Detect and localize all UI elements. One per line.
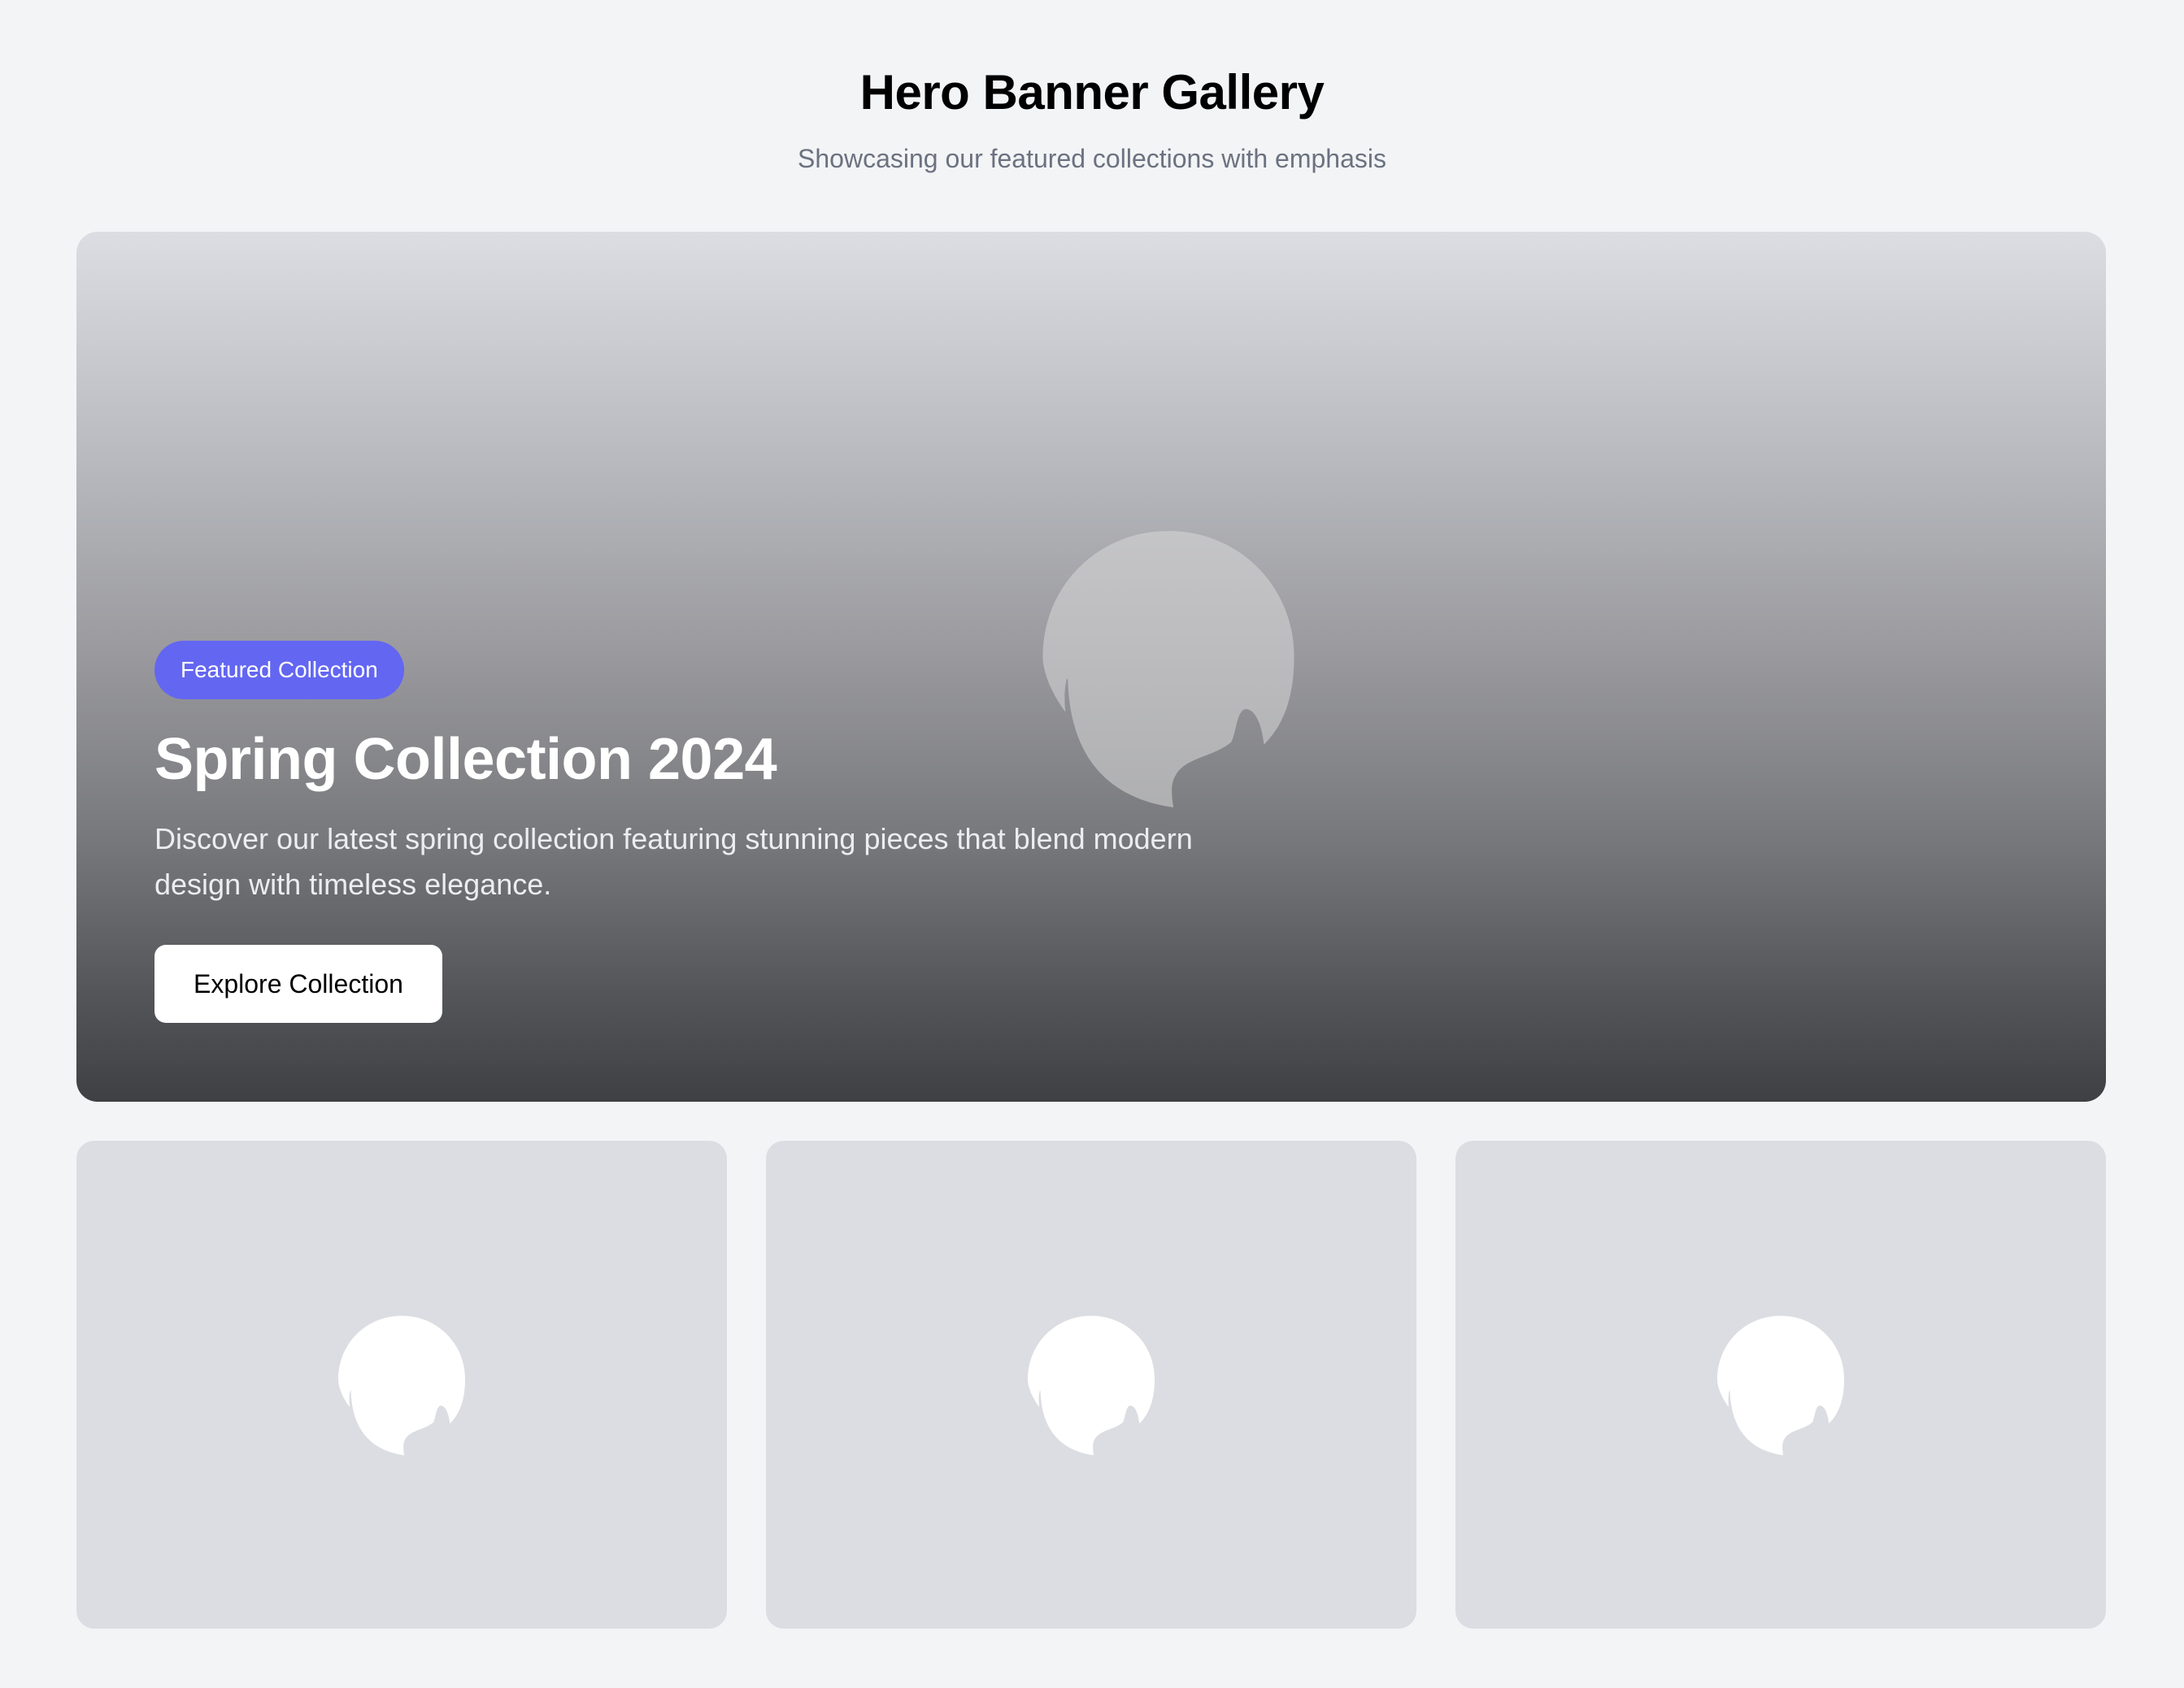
thumbnail-card[interactable] (76, 1141, 727, 1629)
thumbnail-card[interactable] (1455, 1141, 2106, 1629)
hero-banner: Featured Collection Spring Collection 20… (76, 232, 2106, 1102)
image-placeholder-icon (338, 1316, 465, 1455)
featured-badge: Featured Collection (154, 641, 404, 699)
thumbnail-grid (76, 1141, 2106, 1629)
thumbnail-card[interactable] (766, 1141, 1416, 1629)
image-placeholder-icon (1717, 1316, 1844, 1455)
hero-description: Discover our latest spring collection fe… (154, 822, 1193, 901)
image-placeholder-icon (1028, 1316, 1155, 1455)
page-title: Hero Banner Gallery (859, 65, 1325, 120)
page-subtitle: Showcasing our featured collections with… (798, 144, 1386, 173)
explore-collection-button[interactable]: Explore Collection (154, 945, 442, 1023)
hero-content: Featured Collection Spring Collection 20… (154, 641, 1293, 1023)
hero-title: Spring Collection 2024 (154, 727, 777, 792)
